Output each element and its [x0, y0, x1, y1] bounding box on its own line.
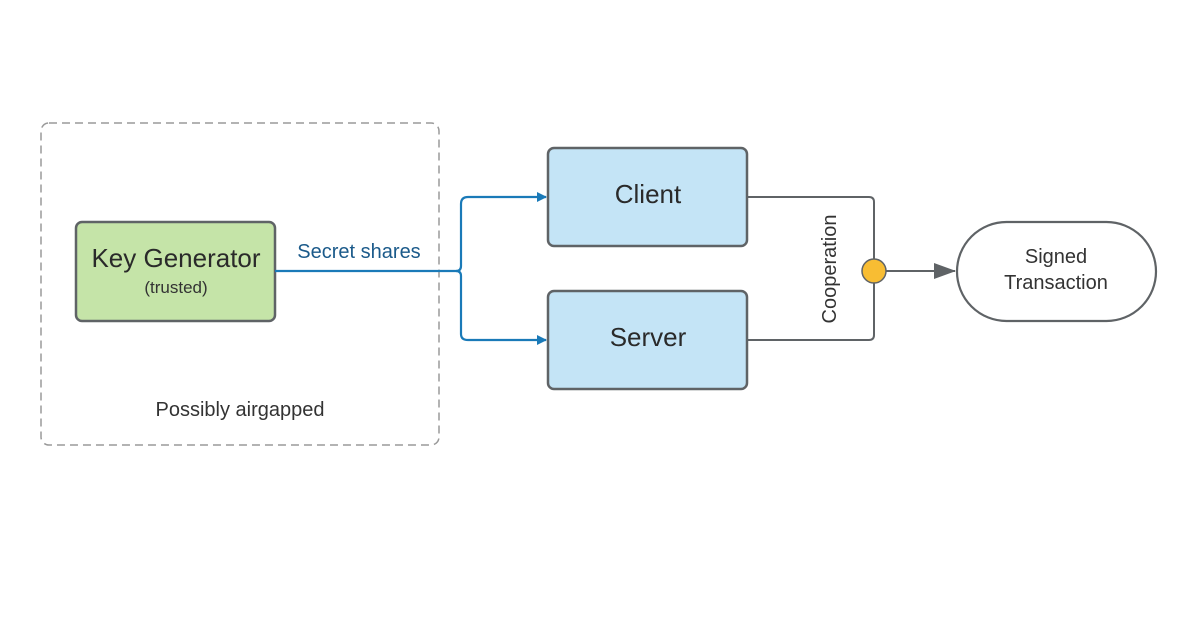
junction-dot — [861, 258, 887, 284]
cooperation-connector — [747, 196, 875, 341]
cooperation-label: Cooperation — [819, 215, 841, 324]
diagram: Possibly airgapped Key Generator (truste… — [40, 122, 1158, 446]
boundary-label: Possibly airgapped — [156, 399, 325, 421]
server-label: Server — [610, 322, 687, 352]
secret-shares-edge — [455, 269, 547, 345]
client-label: Client — [615, 179, 682, 209]
key-generator-subtitle: (trusted) — [144, 278, 207, 297]
signed-transaction-line1: Signed — [1025, 246, 1087, 268]
key-generator-title: Key Generator — [91, 243, 260, 273]
secret-shares-label: Secret shares — [297, 241, 420, 263]
signed-transaction-line2: Transaction — [1004, 272, 1108, 294]
